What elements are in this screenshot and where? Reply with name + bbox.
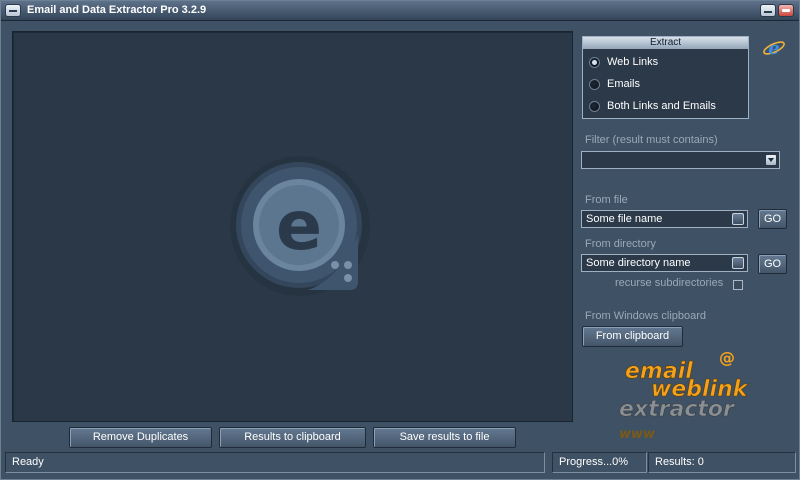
radio-both[interactable]: Both Links and Emails: [589, 98, 716, 114]
ie-browser-letter: e: [768, 38, 779, 59]
browse-directory-icon[interactable]: [732, 257, 744, 269]
file-name-field[interactable]: Some file name: [581, 210, 748, 228]
remove-duplicates-button[interactable]: Remove Duplicates: [69, 427, 212, 448]
from-directory-label: From directory: [585, 238, 656, 250]
status-bar: Ready Progress...0% Results: 0: [5, 452, 797, 474]
from-file-label: From file: [585, 194, 628, 206]
ie-browser-icon: e: [763, 38, 785, 59]
e-logo-letter: e: [276, 187, 322, 266]
recurse-label: recurse subdirectories: [615, 277, 724, 289]
radio-both-button[interactable]: [589, 100, 600, 112]
from-clipboard-button[interactable]: From clipboard: [582, 326, 683, 347]
clipboard-label: From Windows clipboard: [585, 310, 707, 322]
brand-line-www: www: [619, 427, 656, 442]
radio-web-links-button[interactable]: [589, 56, 600, 68]
radio-web-links-label: Web Links: [607, 56, 659, 68]
radio-emails[interactable]: Emails: [589, 76, 640, 92]
radio-both-label: Both Links and Emails: [607, 100, 716, 112]
brand-at-icon: @: [719, 348, 735, 367]
filter-label: Filter (result must contains): [585, 134, 718, 146]
file-name-value: Some file name: [586, 213, 663, 225]
minimize-icon[interactable]: [760, 4, 776, 17]
status-state: Ready: [5, 452, 545, 473]
directory-name-field[interactable]: Some directory name: [581, 254, 748, 272]
save-results-button[interactable]: Save results to file: [373, 427, 516, 448]
close-icon[interactable]: [778, 4, 794, 17]
status-results: Results: 0: [648, 452, 796, 473]
brand-logo: @ email weblink extractor www: [619, 348, 749, 442]
radio-emails-label: Emails: [607, 78, 641, 90]
extract-group: Extract Web Links Emails Both Links and …: [582, 36, 749, 119]
file-go-button[interactable]: GO: [758, 209, 787, 229]
status-progress: Progress...0%: [552, 452, 647, 473]
results-pane[interactable]: e: [12, 31, 573, 422]
app-window: Email and Data Extractor Pro 3.2.9 e Rem…: [0, 0, 800, 480]
filter-combo[interactable]: [581, 151, 780, 169]
directory-go-button[interactable]: GO: [758, 254, 787, 274]
radio-emails-button[interactable]: [589, 78, 600, 90]
chevron-down-icon[interactable]: [765, 154, 777, 166]
radio-web-links[interactable]: Web Links: [589, 54, 658, 70]
extract-header: Extract: [583, 37, 748, 49]
brand-line-extractor: extractor: [619, 397, 735, 422]
directory-name-value: Some directory name: [586, 257, 691, 269]
results-to-clipboard-button[interactable]: Results to clipboard: [219, 427, 366, 448]
browse-file-icon[interactable]: [732, 213, 744, 225]
e-logo-icon: e: [230, 156, 370, 296]
window-title: Email and Data Extractor Pro 3.2.9: [27, 4, 207, 16]
title-bar[interactable]: Email and Data Extractor Pro 3.2.9: [1, 1, 799, 21]
recurse-checkbox[interactable]: [733, 280, 743, 290]
window-menu-icon[interactable]: [5, 4, 21, 17]
